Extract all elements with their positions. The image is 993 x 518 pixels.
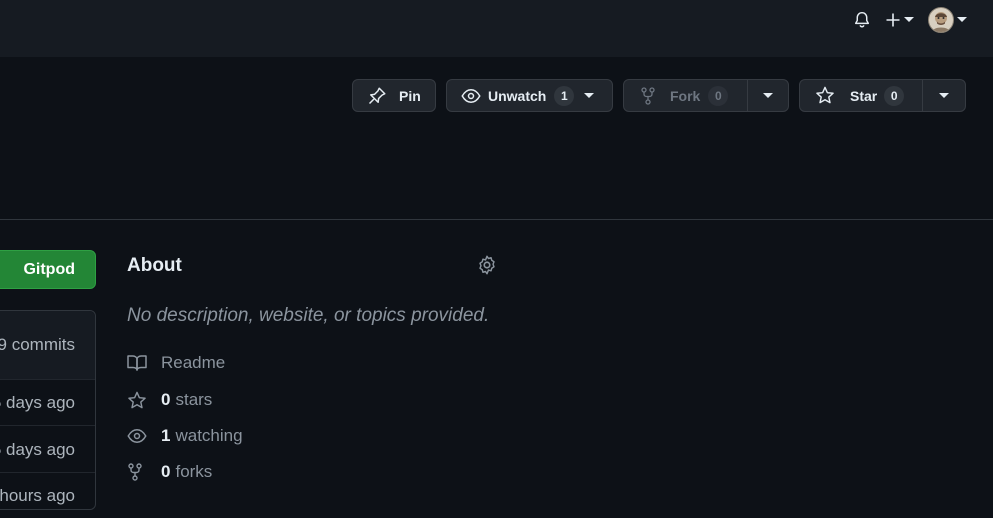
stars-count: 0 xyxy=(161,390,171,409)
star-dropdown-button[interactable] xyxy=(922,80,965,111)
chevron-down-icon xyxy=(763,92,773,98)
commits-link[interactable]: 9 commits xyxy=(0,311,95,379)
readme-label: Readme xyxy=(161,353,226,372)
list-item: 5 days ago xyxy=(0,381,95,425)
about-heading: About xyxy=(127,255,182,276)
stars-label: stars xyxy=(175,390,213,409)
chevron-down-icon xyxy=(957,17,967,22)
pin-label: Pin xyxy=(399,87,421,104)
pin-button[interactable]: Pin xyxy=(352,79,436,112)
star-counter: 0 xyxy=(884,85,905,106)
row-divider xyxy=(0,379,95,380)
watchers-link[interactable]: 1 watching xyxy=(127,425,243,447)
list-item: hours ago xyxy=(0,474,95,518)
gitpod-label: Gitpod xyxy=(23,260,75,278)
star-icon[interactable] xyxy=(815,86,835,105)
chevron-down-icon xyxy=(904,17,914,22)
unwatch-label: Unwatch xyxy=(488,87,547,104)
book-icon xyxy=(127,354,161,372)
gitpod-button[interactable]: Gitpod xyxy=(0,250,96,289)
about-description: No description, website, or topics provi… xyxy=(127,305,490,326)
chevron-down-icon xyxy=(584,92,595,98)
eye-icon xyxy=(127,428,161,444)
user-menu-button[interactable] xyxy=(928,7,967,33)
commit-age: 5 days ago xyxy=(0,440,75,459)
avatar xyxy=(928,7,954,33)
star-icon xyxy=(127,391,161,410)
plus-icon xyxy=(886,13,900,27)
repo-forked-icon xyxy=(127,463,161,481)
forks-link[interactable]: 0 forks xyxy=(127,461,212,483)
watching-label: watching xyxy=(175,426,243,445)
watch-counter: 1 xyxy=(554,85,575,106)
star-label[interactable]: Star xyxy=(850,88,877,104)
star-button-group: Star 0 xyxy=(799,79,966,112)
row-divider xyxy=(0,425,95,426)
gear-icon xyxy=(479,255,495,275)
commit-age: hours ago xyxy=(0,486,75,505)
stars-link[interactable]: 0 stars xyxy=(127,389,212,411)
about-settings-button[interactable] xyxy=(476,254,498,281)
notifications-button[interactable] xyxy=(853,10,871,30)
create-new-button[interactable] xyxy=(885,12,914,28)
list-item: 5 days ago xyxy=(0,427,95,473)
fork-dropdown-button[interactable] xyxy=(747,80,788,111)
repo-forked-icon xyxy=(640,86,656,105)
readme-link[interactable]: Readme xyxy=(127,352,225,374)
commit-age: 5 days ago xyxy=(0,393,75,412)
fork-button-group: Fork 0 xyxy=(623,79,789,112)
eye-icon xyxy=(461,88,481,104)
bell-icon xyxy=(854,11,870,28)
header-divider xyxy=(0,219,993,220)
commits-count-label: 9 commits xyxy=(0,335,75,354)
fork-counter: 0 xyxy=(708,85,729,106)
chevron-down-icon xyxy=(939,92,949,98)
pin-icon xyxy=(367,86,387,106)
global-header xyxy=(0,0,993,57)
row-divider xyxy=(0,472,95,473)
watching-count: 1 xyxy=(161,426,171,445)
forks-count: 0 xyxy=(161,462,171,481)
forks-label: forks xyxy=(175,462,213,481)
fork-label: Fork xyxy=(670,87,701,104)
unwatch-button[interactable]: Unwatch 1 xyxy=(446,79,613,112)
header-actions xyxy=(853,6,967,34)
file-list-box: 9 commits 5 days ago 5 days ago hours ag… xyxy=(0,310,96,510)
